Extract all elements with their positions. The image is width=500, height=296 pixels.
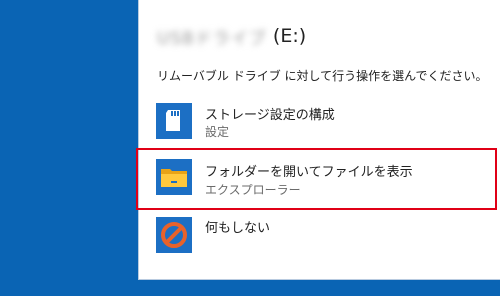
option-title: フォルダーを開いてファイルを表示 — [205, 165, 413, 180]
option-subtitle: 設定 — [205, 125, 230, 139]
option-subtitle: エクスプローラー — [205, 183, 301, 197]
drive-name-blurred: USBドライブ — [157, 28, 267, 49]
option-take-no-action[interactable]: 何もしない — [139, 211, 500, 261]
sd-card-icon — [156, 103, 192, 139]
option-configure-storage[interactable]: ストレージ設定の構成 設定 — [139, 97, 500, 147]
autoplay-panel: USBドライブ (E:) リムーバブル ドライブ に対して行う操作を選んでくださ… — [136, 0, 500, 280]
no-action-icon — [156, 217, 192, 253]
option-title: 何もしない — [205, 221, 271, 236]
folder-icon — [156, 159, 192, 195]
prompt-text: リムーバブル ドライブ に対して行う操作を選んでください。 — [157, 69, 488, 83]
drive-title: USBドライブ (E:) — [157, 22, 306, 50]
option-open-folder[interactable]: フォルダーを開いてファイルを表示 エクスプローラー — [136, 148, 497, 210]
drive-letter: (E:) — [272, 25, 307, 47]
option-title: ストレージ設定の構成 — [205, 108, 335, 123]
